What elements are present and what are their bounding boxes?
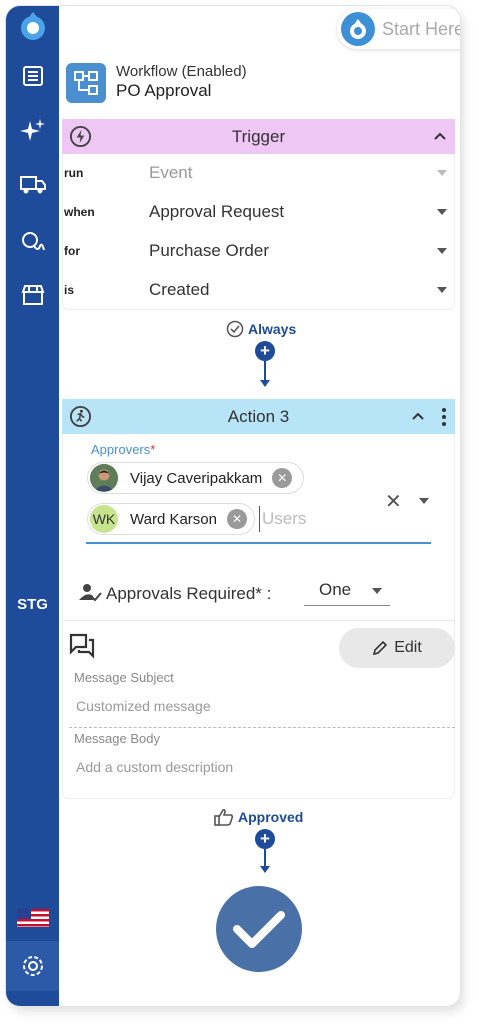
connector-always: Always [226,320,296,338]
approver-name: Ward Karson [130,510,217,528]
connector-line [264,849,266,867]
trigger-value: Event [149,163,193,182]
chevron-down-icon [437,170,447,176]
start-here-button[interactable]: Start Here [337,9,460,49]
approvals-required-select[interactable]: One [304,574,390,606]
remove-chip-icon[interactable]: ✕ [226,509,247,529]
trigger-title: Trigger [231,126,286,146]
trigger-row-for[interactable]: for Purchase Order [62,232,455,270]
required-mark: * [150,442,156,457]
divider [62,620,455,621]
approver-name: Vijay Caveripakkam [130,469,263,487]
app-frame: STG Start Here Workflow (Enabled) PO App… [6,6,460,1006]
trigger-value: Purchase Order [149,241,269,260]
us-flag-icon[interactable] [6,900,59,936]
add-step-button[interactable]: + [255,829,275,849]
signature-icon[interactable] [6,224,59,260]
list-icon[interactable] [6,58,59,94]
check-circle-icon [226,320,244,338]
remove-chip-icon[interactable]: ✕ [272,468,293,488]
message-body-label: Message Body [74,731,160,746]
checkmark-icon [233,911,285,948]
droplet-icon [341,12,375,46]
more-vertical-icon[interactable] [441,407,447,427]
trigger-key: for [64,244,80,258]
approvals-required-label: Approvals Required* : [106,584,272,603]
workflow-complete-node[interactable] [216,886,302,972]
sparkles-icon[interactable] [6,113,59,149]
message-body-field[interactable]: Add a custom description [76,759,233,775]
workflow-status: Workflow (Enabled) [116,63,247,80]
avatar: WK [90,505,118,533]
settings-gear-icon[interactable] [6,948,59,984]
left-nav-rail: STG [6,6,59,1006]
pencil-icon [373,640,388,656]
start-here-label: Start Here [382,18,460,39]
approvers-label: Approvers* [91,442,156,457]
approvals-required-value: One [319,580,352,599]
truck-icon[interactable] [6,167,59,203]
edit-label: Edit [394,639,422,656]
chevron-down-icon [437,287,447,293]
droplet-logo-icon[interactable] [6,8,59,44]
avatar [90,464,118,492]
person-check-icon [79,584,102,602]
chevron-down-icon [372,588,382,594]
field-divider [69,727,455,728]
trigger-row-is[interactable]: is Created [62,271,455,309]
chevron-up-icon[interactable] [411,411,425,421]
workflow-icon [66,63,106,103]
connector-line [264,361,266,381]
message-subject-label: Message Subject [74,670,174,685]
environment-label: STG [17,596,48,613]
approver-chip[interactable]: WK Ward Karson ✕ [87,503,255,535]
edit-button[interactable]: Edit [339,628,455,668]
input-underline [86,542,431,544]
chevron-up-icon[interactable] [433,131,447,141]
approver-chip[interactable]: Vijay Caveripakkam ✕ [87,462,304,494]
trigger-row-run[interactable]: run Event [62,154,455,192]
trigger-key: when [64,205,95,219]
store-icon[interactable] [6,277,59,313]
message-icon [69,633,95,659]
chevron-down-icon[interactable] [419,498,429,504]
message-subject-field[interactable]: Customized message [76,698,211,714]
add-step-button[interactable]: + [255,341,275,361]
connector-label: Approved [238,809,304,825]
workflow-editor: Start Here Workflow (Enabled) PO Approva… [59,6,460,1006]
chevron-down-icon [437,248,447,254]
connector-approved: Approved [214,808,303,826]
action-header[interactable]: Action 3 [62,399,455,434]
trigger-value: Approval Request [149,202,285,221]
trigger-key: run [64,166,84,180]
workflow-name: PO Approval [116,81,212,100]
action-title: Action 3 [227,406,290,426]
connector-arrow [260,866,270,873]
clear-icon[interactable]: ✕ [385,489,402,514]
trigger-key: is [64,283,75,297]
users-search-input[interactable] [259,506,369,532]
trigger-value: Created [149,280,210,299]
trigger-header[interactable]: Trigger [62,119,455,154]
connector-label: Always [248,321,297,337]
thumbs-up-icon [214,808,234,826]
connector-arrow [260,380,270,387]
chevron-down-icon [437,209,447,215]
trigger-row-when[interactable]: when Approval Request [62,193,455,231]
